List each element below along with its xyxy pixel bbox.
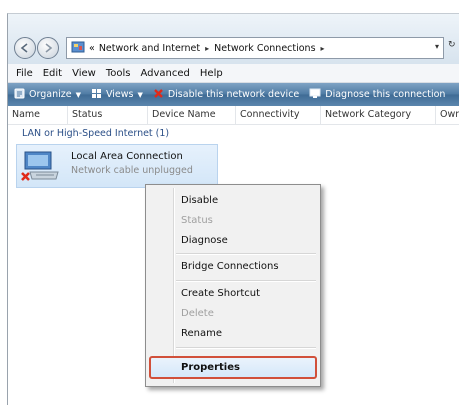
diagnose-connection-button[interactable]: Diagnose this connection: [309, 88, 445, 102]
views-button[interactable]: Views ▼: [91, 88, 143, 102]
address-row: « Network and Internet ▸ Network Connect…: [8, 14, 459, 64]
menu-item-status: Status: [181, 215, 213, 226]
explorer-window: « Network and Internet ▸ Network Connect…: [7, 13, 459, 405]
column-status[interactable]: Status: [68, 106, 148, 124]
network-connection-item[interactable]: Local Area Connection Network cable unpl…: [16, 144, 218, 188]
address-prefix[interactable]: «: [89, 43, 95, 54]
menu-separator: [176, 280, 316, 281]
menu-file[interactable]: File: [16, 68, 33, 79]
connection-name: Local Area Connection: [71, 151, 183, 162]
disable-x-icon: [153, 88, 164, 102]
views-icon: [91, 88, 102, 102]
breadcrumb-separator-icon[interactable]: ▸: [321, 44, 325, 53]
command-bar: Organize ▼ Views ▼ Disable this network …: [8, 83, 459, 106]
disable-device-label: Disable this network device: [167, 89, 300, 100]
control-panel-icon: [71, 40, 85, 57]
column-connectivity[interactable]: Connectivity: [236, 106, 321, 124]
menu-item-properties[interactable]: Properties: [149, 356, 317, 379]
diagnose-connection-label: Diagnose this connection: [325, 89, 446, 100]
breadcrumb-network-internet[interactable]: Network and Internet: [99, 43, 200, 54]
chevron-down-icon: ▼: [75, 90, 81, 99]
menu-separator: [176, 347, 316, 348]
menu-advanced[interactable]: Advanced: [140, 68, 189, 79]
column-device-name[interactable]: Device Name: [148, 106, 236, 124]
organize-icon: [14, 88, 25, 102]
menu-gutter: [173, 188, 174, 383]
disable-device-button[interactable]: Disable this network device: [153, 88, 299, 102]
menu-item-create-shortcut[interactable]: Create Shortcut: [181, 288, 260, 299]
menu-separator: [176, 253, 316, 254]
network-adapter-icon: [20, 149, 64, 188]
context-menu: Disable Status Diagnose Bridge Connectio…: [145, 184, 321, 387]
back-button[interactable]: [14, 37, 36, 59]
address-dropdown-icon[interactable]: ▾: [435, 42, 439, 51]
menu-item-delete: Delete: [181, 308, 214, 319]
menu-bar: File Edit View Tools Advanced Help: [8, 64, 459, 83]
menu-help[interactable]: Help: [200, 68, 223, 79]
group-header[interactable]: LAN or High-Speed Internet (1): [22, 128, 169, 139]
menu-item-disable[interactable]: Disable: [181, 195, 218, 206]
address-bar[interactable]: « Network and Internet ▸ Network Connect…: [66, 37, 444, 59]
connection-status: Network cable unplugged: [71, 165, 193, 176]
breadcrumb-separator-icon[interactable]: ▸: [205, 44, 209, 53]
organize-button[interactable]: Organize ▼: [14, 88, 81, 102]
chevron-down-icon: ▼: [137, 90, 143, 99]
menu-item-bridge-connections[interactable]: Bridge Connections: [181, 261, 279, 272]
views-label: Views: [105, 89, 134, 100]
menu-edit[interactable]: Edit: [43, 68, 62, 79]
back-arrow-icon: [20, 43, 28, 53]
menu-item-properties-label: Properties: [181, 362, 240, 373]
forward-button[interactable]: [37, 37, 59, 59]
forward-arrow-icon: [45, 43, 53, 53]
refresh-icon[interactable]: ↻: [448, 40, 456, 50]
menu-tools[interactable]: Tools: [106, 68, 131, 79]
breadcrumb-network-connections[interactable]: Network Connections: [214, 43, 315, 54]
column-name[interactable]: Name: [8, 106, 68, 124]
column-headers: Name Status Device Name Connectivity Net…: [8, 106, 459, 125]
organize-label: Organize: [29, 89, 72, 100]
diagnose-icon: [309, 88, 321, 102]
column-network-category[interactable]: Network Category: [321, 106, 436, 124]
menu-item-diagnose[interactable]: Diagnose: [181, 235, 228, 246]
column-owner[interactable]: Owner: [436, 106, 459, 124]
menu-item-rename[interactable]: Rename: [181, 328, 222, 339]
menu-view[interactable]: View: [72, 68, 96, 79]
disconnected-x-icon: [21, 172, 30, 181]
